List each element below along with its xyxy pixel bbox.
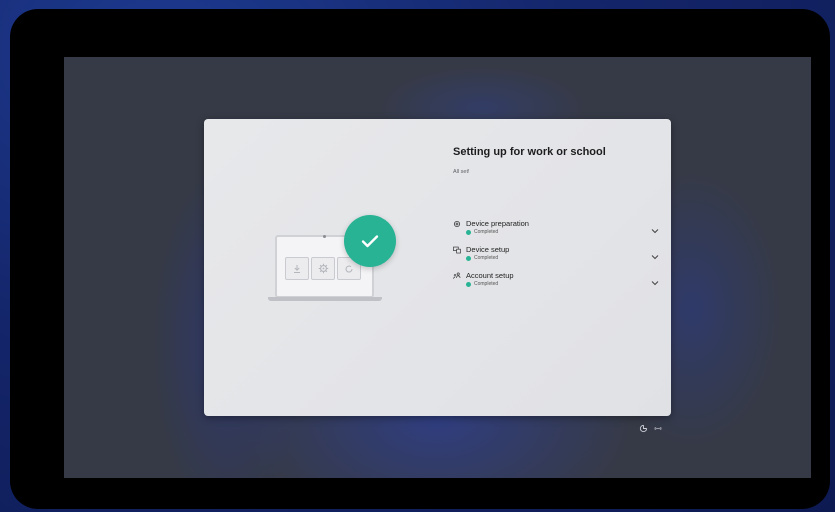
footer-icons <box>639 420 669 433</box>
gear-icon <box>311 257 335 280</box>
step-label: Device setup <box>466 245 510 254</box>
people-icon <box>453 272 461 280</box>
device-frame: Setting up for work or school All set! D… <box>10 9 830 509</box>
checkmark-icon <box>344 215 396 267</box>
laptop-base <box>268 297 382 301</box>
step-label: Account setup <box>466 271 514 280</box>
laptop-camera <box>323 235 326 238</box>
step-status: Completed <box>474 281 499 287</box>
step-status: Completed <box>474 255 499 261</box>
page-title: Setting up for work or school <box>453 146 606 158</box>
download-icon <box>285 257 309 280</box>
accessibility-icon[interactable] <box>639 420 648 433</box>
step-account-setup[interactable]: Account setup Completed <box>453 271 659 291</box>
status-completed-icon <box>466 282 471 287</box>
chevron-down-icon[interactable] <box>651 221 659 234</box>
devices-icon <box>453 246 461 254</box>
chevron-down-icon[interactable] <box>651 273 659 286</box>
network-icon[interactable] <box>653 420 662 431</box>
step-label: Device preparation <box>466 219 529 228</box>
step-device-setup[interactable]: Device setup Completed <box>453 245 659 265</box>
step-status: Completed <box>474 229 499 235</box>
setup-card: Setting up for work or school All set! D… <box>204 119 671 416</box>
chevron-down-icon[interactable] <box>651 247 659 260</box>
status-completed-icon <box>466 230 471 235</box>
screen: Setting up for work or school All set! D… <box>64 57 811 478</box>
status-completed-icon <box>466 256 471 261</box>
laptop-illustration <box>266 215 396 305</box>
page-subtitle: All set! <box>453 169 470 175</box>
gear-icon <box>453 220 461 228</box>
step-device-preparation[interactable]: Device preparation Completed <box>453 219 659 239</box>
